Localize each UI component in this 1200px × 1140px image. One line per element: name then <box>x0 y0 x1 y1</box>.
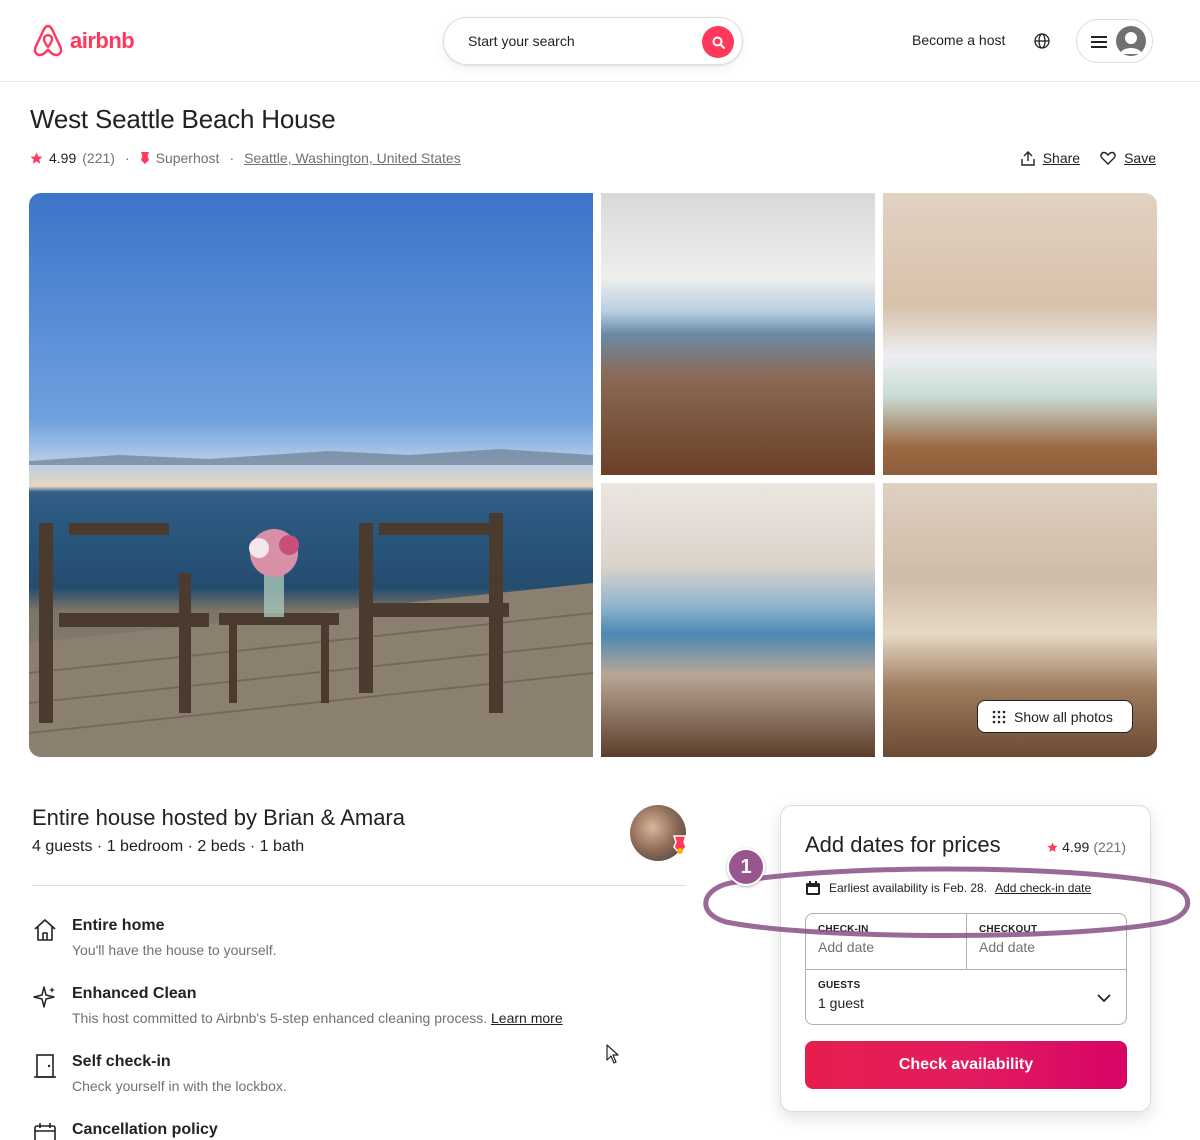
booking-card: Add dates for prices 4.99 (221) Earliest… <box>780 805 1151 1112</box>
user-avatar <box>1116 26 1146 56</box>
user-icon <box>1120 32 1142 54</box>
save-button[interactable]: Save <box>1100 150 1156 166</box>
user-menu-button[interactable] <box>1076 19 1153 63</box>
menu-icon <box>1091 36 1107 48</box>
chevron-down-icon[interactable] <box>1096 990 1112 1006</box>
feature-description: You'll have the house to yourself. <box>72 942 277 958</box>
living-room-photo[interactable] <box>601 193 875 475</box>
check-in-value: Add date <box>818 939 875 955</box>
checkout-field[interactable]: CHECKOUT Add date <box>967 914 1127 970</box>
search-icon <box>712 36 725 49</box>
dining-room-photo[interactable] <box>601 483 875 757</box>
feature-description-text: This host committed to Airbnb's 5-step e… <box>72 1010 488 1026</box>
search-bar[interactable]: Start your search <box>443 17 743 65</box>
review-count[interactable]: (221) <box>1093 839 1126 855</box>
deck-chairs-illustration <box>29 449 593 757</box>
heart-icon <box>1100 151 1116 165</box>
photo-gallery <box>29 193 1157 757</box>
separator: · <box>124 150 130 166</box>
listing-actions: Share Save <box>1021 150 1156 166</box>
availability-text: Earliest availability is Feb. 28. <box>829 881 988 895</box>
rating-value: 4.99 <box>49 150 77 166</box>
language-button[interactable] <box>1032 31 1052 51</box>
star-icon <box>1047 841 1058 852</box>
share-icon <box>1021 150 1035 166</box>
capacity-summary: 4 guests · 1 bedroom · 2 beds · 1 bath <box>32 838 305 855</box>
guests-field[interactable]: GUESTS 1 guest <box>806 970 1126 1025</box>
add-check-in-date-link[interactable]: Add check-in date <box>995 881 1091 895</box>
save-label: Save <box>1124 150 1156 166</box>
feature-title: Cancellation policy <box>72 1121 218 1138</box>
main-photo[interactable] <box>29 193 593 757</box>
show-all-photos-label: Show all photos <box>1014 708 1113 725</box>
brand-name: airbnb <box>70 28 135 53</box>
feature-description: This host committed to Airbnb's 5-step e… <box>72 1010 563 1026</box>
feature-description: Check yourself in with the lockbox. <box>72 1078 287 1094</box>
rating-value: 4.99 <box>1062 839 1090 855</box>
sparkle-icon <box>33 986 55 1008</box>
bedroom-photo[interactable] <box>883 193 1157 475</box>
checkout-value: Add date <box>979 939 1036 955</box>
listing-meta: 4.99 (221) · Superhost · Seattle, Washin… <box>30 150 461 166</box>
host-title: Entire house hosted by Brian & Amara <box>32 805 405 830</box>
booking-title: Add dates for prices <box>805 832 1001 857</box>
airbnb-logo[interactable]: airbnb <box>32 24 135 58</box>
check-in-field[interactable]: CHECK-IN Add date <box>806 914 967 970</box>
airbnb-logo-icon <box>33 24 63 57</box>
separator: · <box>229 150 235 166</box>
superhost-icon <box>140 152 149 164</box>
feature-title: Entire home <box>72 917 165 934</box>
star-icon <box>30 152 43 164</box>
globe-icon <box>1034 33 1050 49</box>
show-all-photos-button[interactable]: Show all photos <box>977 700 1133 733</box>
section-divider <box>32 885 686 886</box>
location-link[interactable]: Seattle, Washington, United States <box>244 150 461 166</box>
house-icon <box>34 919 56 941</box>
calendar-icon <box>806 881 820 895</box>
review-count[interactable]: (221) <box>82 150 115 166</box>
grid-icon <box>992 710 1006 723</box>
feature-title: Self check-in <box>72 1053 171 1070</box>
search-button[interactable] <box>702 26 734 58</box>
learn-more-link[interactable]: Learn more <box>491 1010 563 1026</box>
listing-title: West Seattle Beach House <box>30 104 336 134</box>
calendar-icon <box>34 1123 56 1140</box>
check-availability-button[interactable]: Check availability <box>805 1041 1127 1089</box>
check-in-label: CHECK-IN <box>818 924 869 935</box>
door-icon <box>34 1054 56 1078</box>
superhost-badge-icon <box>672 835 688 855</box>
checkout-label: CHECKOUT <box>979 924 1038 935</box>
earliest-availability: Earliest availability is Feb. 28. Add ch… <box>805 880 1091 896</box>
share-label: Share <box>1042 150 1081 166</box>
feature-title: Enhanced Clean <box>72 985 197 1002</box>
booking-rating: 4.99 (221) <box>1047 839 1126 855</box>
date-guest-picker: CHECK-IN Add date CHECKOUT Add date GUES… <box>805 913 1127 1025</box>
guests-value: 1 guest <box>818 995 864 1011</box>
mouse-cursor-icon <box>606 1044 619 1064</box>
guests-label: GUESTS <box>818 980 861 991</box>
search-placeholder: Start your search <box>468 33 575 49</box>
share-button[interactable]: Share <box>1021 150 1080 166</box>
top-header: airbnb Start your search Become a host <box>0 0 1200 82</box>
become-host-link[interactable]: Become a host <box>912 32 1005 48</box>
superhost-label: Superhost <box>155 150 220 166</box>
annotation-number-badge: 1 <box>727 848 765 886</box>
